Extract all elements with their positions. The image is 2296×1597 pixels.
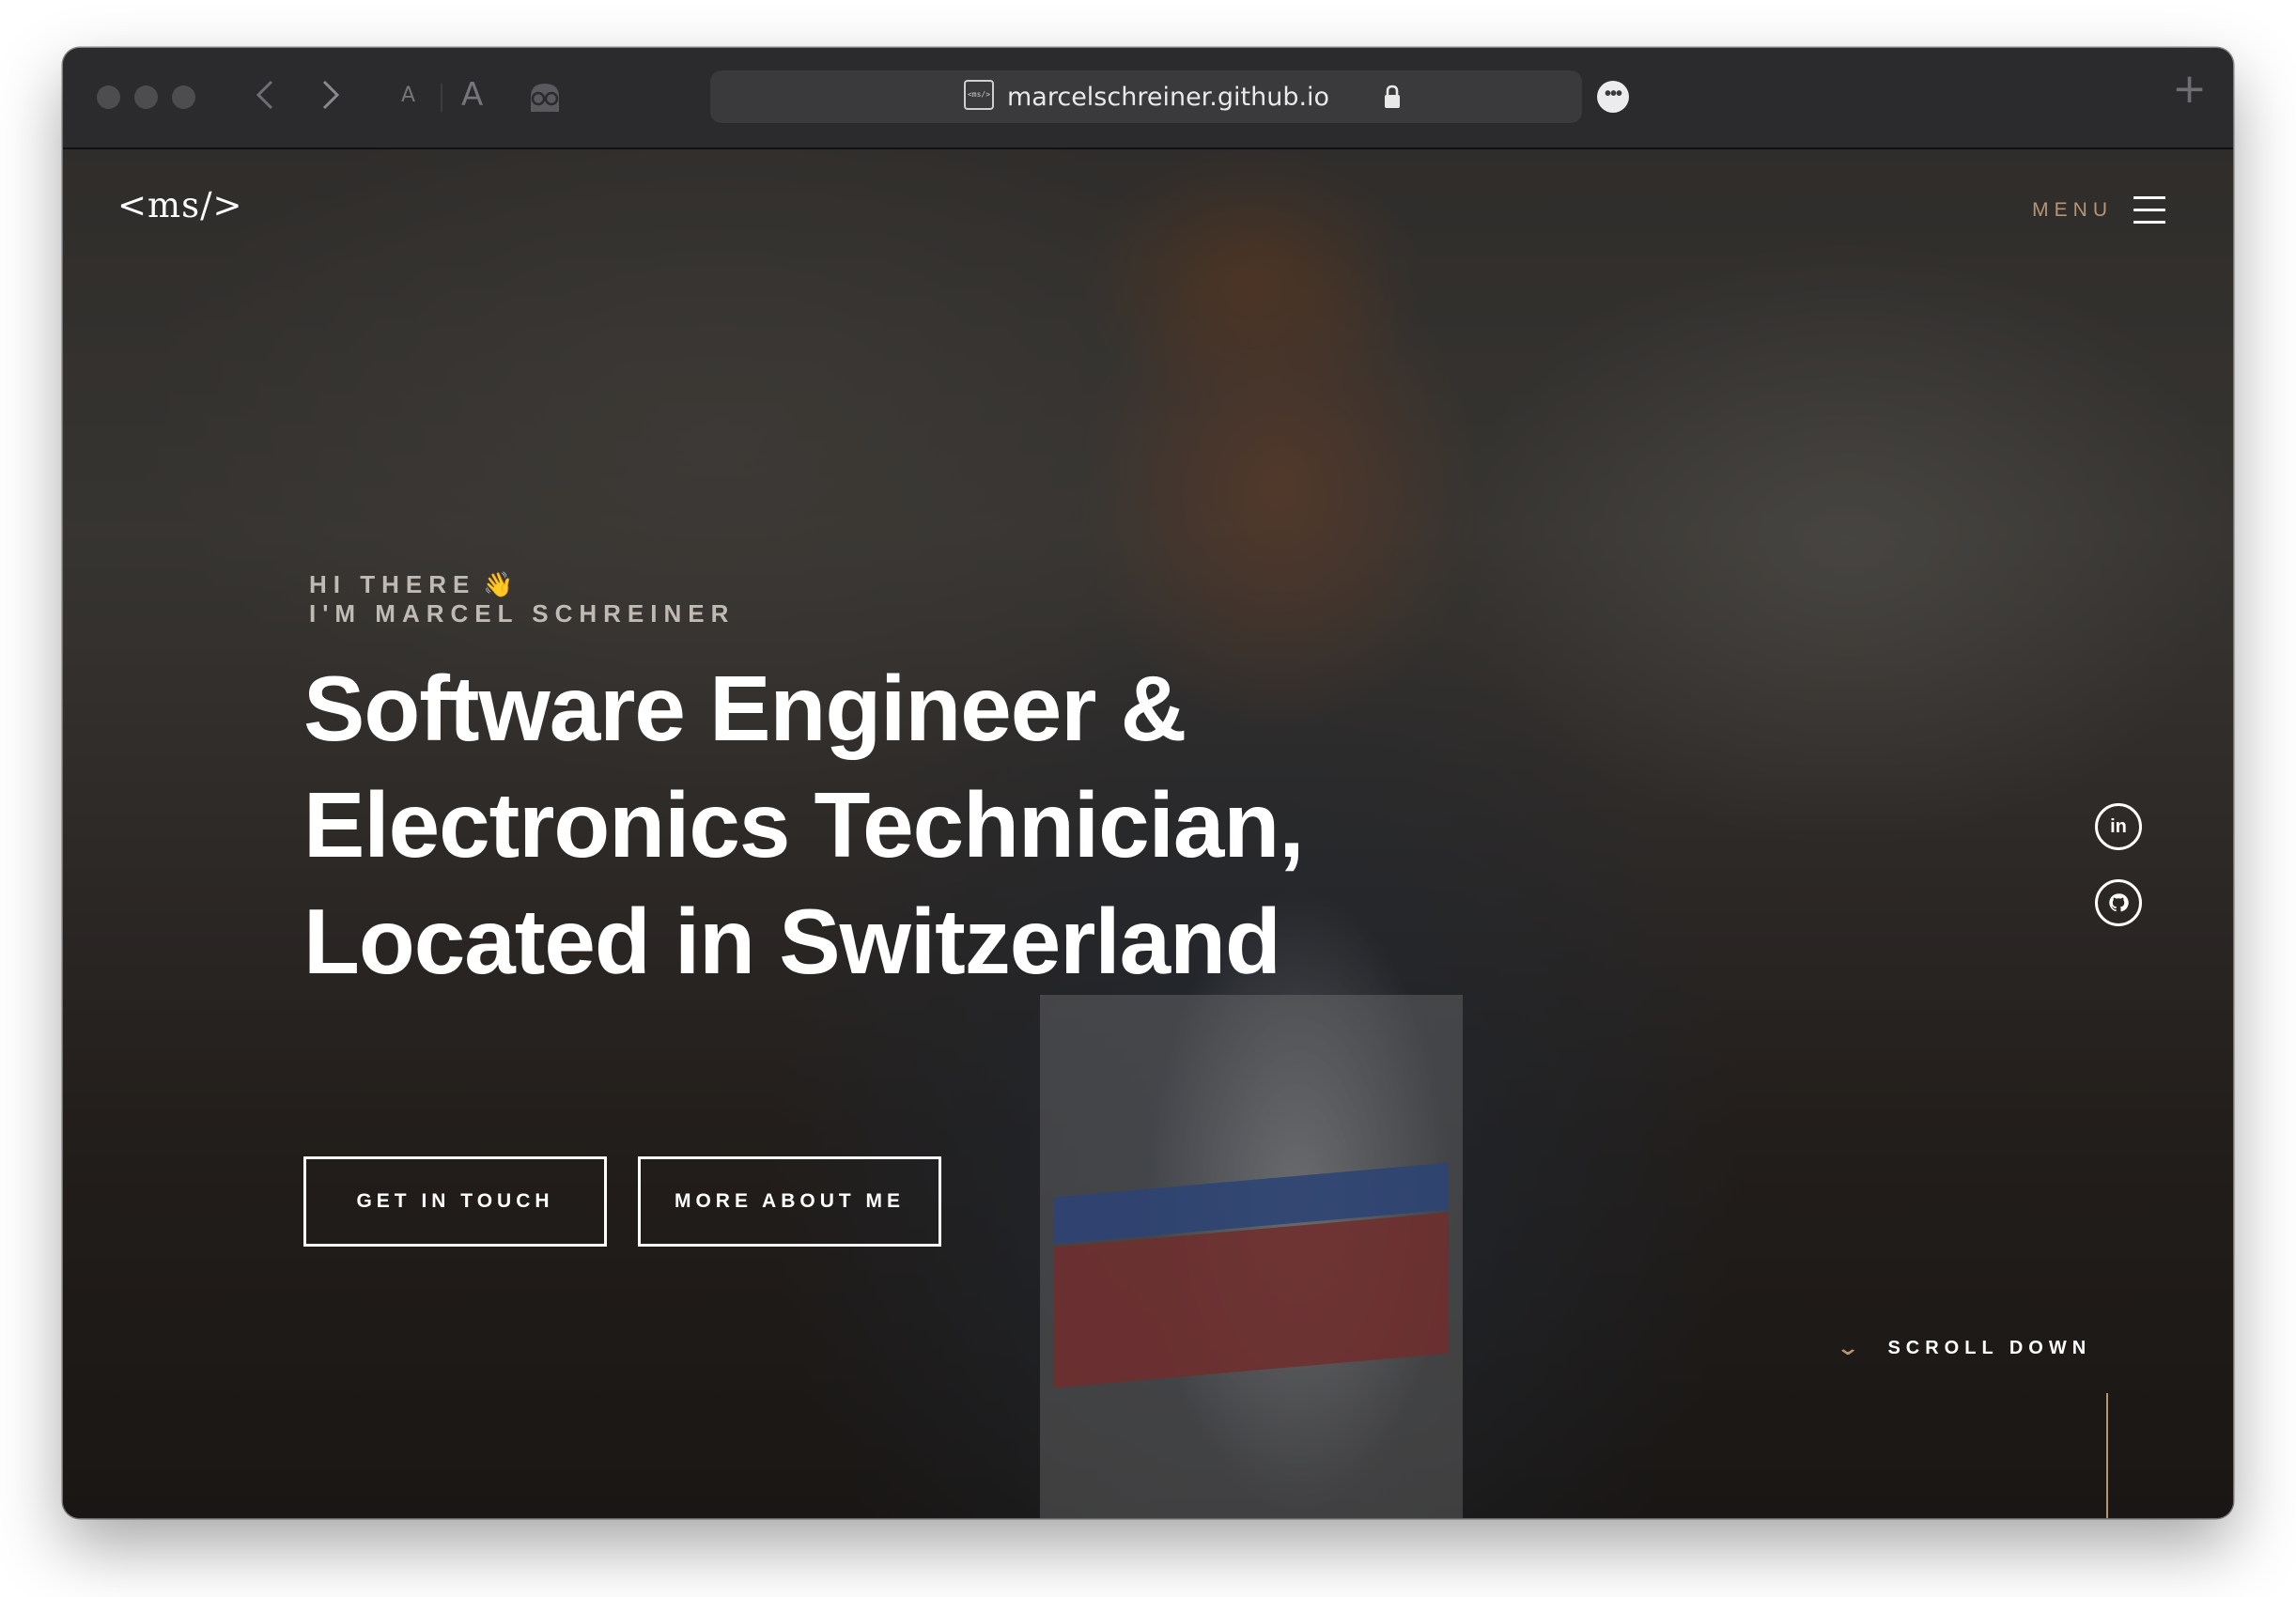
github-icon (2109, 893, 2129, 912)
chevron-down-icon: ⌄ (1836, 1337, 1869, 1360)
scroll-indicator-line (2106, 1393, 2108, 1518)
get-in-touch-button[interactable]: GET IN TOUCH (303, 1156, 607, 1247)
address-bar[interactable]: <ms/> marcelschreiner.github.io ••• (710, 70, 1629, 123)
more-about-me-button[interactable]: MORE ABOUT ME (638, 1156, 941, 1247)
scroll-down-label: SCROLL DOWN (1887, 1338, 2092, 1358)
scroll-down-link[interactable]: ⌄ SCROLL DOWN (1836, 1337, 2092, 1360)
hamburger-icon (2133, 196, 2165, 225)
headline-line-3: Located in Switzerland (303, 890, 1281, 993)
hero-greeting: HI THERE 👋 I'M MARCEL SCHREINER (309, 570, 735, 628)
close-window-icon[interactable] (97, 85, 120, 109)
headline-line-2: Electronics Technician, (303, 773, 1304, 876)
back-button[interactable] (253, 74, 277, 119)
web-page: <ms/> MENU HI THERE 👋 I'M MARCEL SCHREINE… (63, 149, 2233, 1518)
browser-toolbar: A A <ms/> marcelschreiner.github.io ••• … (63, 48, 2233, 149)
github-link[interactable] (2095, 879, 2142, 926)
page-menu-button[interactable]: ••• (1597, 81, 1629, 113)
chevron-left-icon (256, 80, 273, 110)
greeting-line-1: HI THERE (309, 570, 476, 598)
privacy-report-button[interactable] (527, 80, 563, 120)
zoom-window-icon[interactable] (172, 85, 195, 109)
menu-label: MENU (2032, 199, 2113, 221)
new-tab-button[interactable]: + (2172, 69, 2207, 110)
site-favicon: <ms/> (964, 80, 994, 110)
lock-icon (1385, 85, 1400, 108)
text-smaller-button[interactable]: A (401, 84, 415, 107)
waving-hand-emoji: 👋 (483, 571, 514, 599)
headline-line-1: Software Engineer & (303, 657, 1187, 760)
linkedin-icon: in (2110, 815, 2127, 837)
browser-window: A A <ms/> marcelschreiner.github.io ••• … (63, 48, 2233, 1518)
toolbar-divider (441, 84, 442, 112)
text-larger-button[interactable]: A (461, 76, 483, 114)
tracker-shield-icon (531, 84, 559, 112)
forward-button[interactable] (318, 74, 343, 119)
minimize-window-icon[interactable] (134, 85, 158, 109)
menu-button[interactable]: MENU (2032, 196, 2165, 225)
url-text[interactable]: marcelschreiner.github.io (1007, 83, 1329, 112)
greeting-line-2: I'M MARCEL SCHREINER (309, 599, 736, 628)
site-logo[interactable]: <ms/> (117, 185, 243, 225)
hero-headline: Software Engineer & Electronics Technici… (303, 650, 1412, 1000)
linkedin-link[interactable]: in (2095, 803, 2142, 850)
chevron-right-icon (322, 80, 340, 110)
